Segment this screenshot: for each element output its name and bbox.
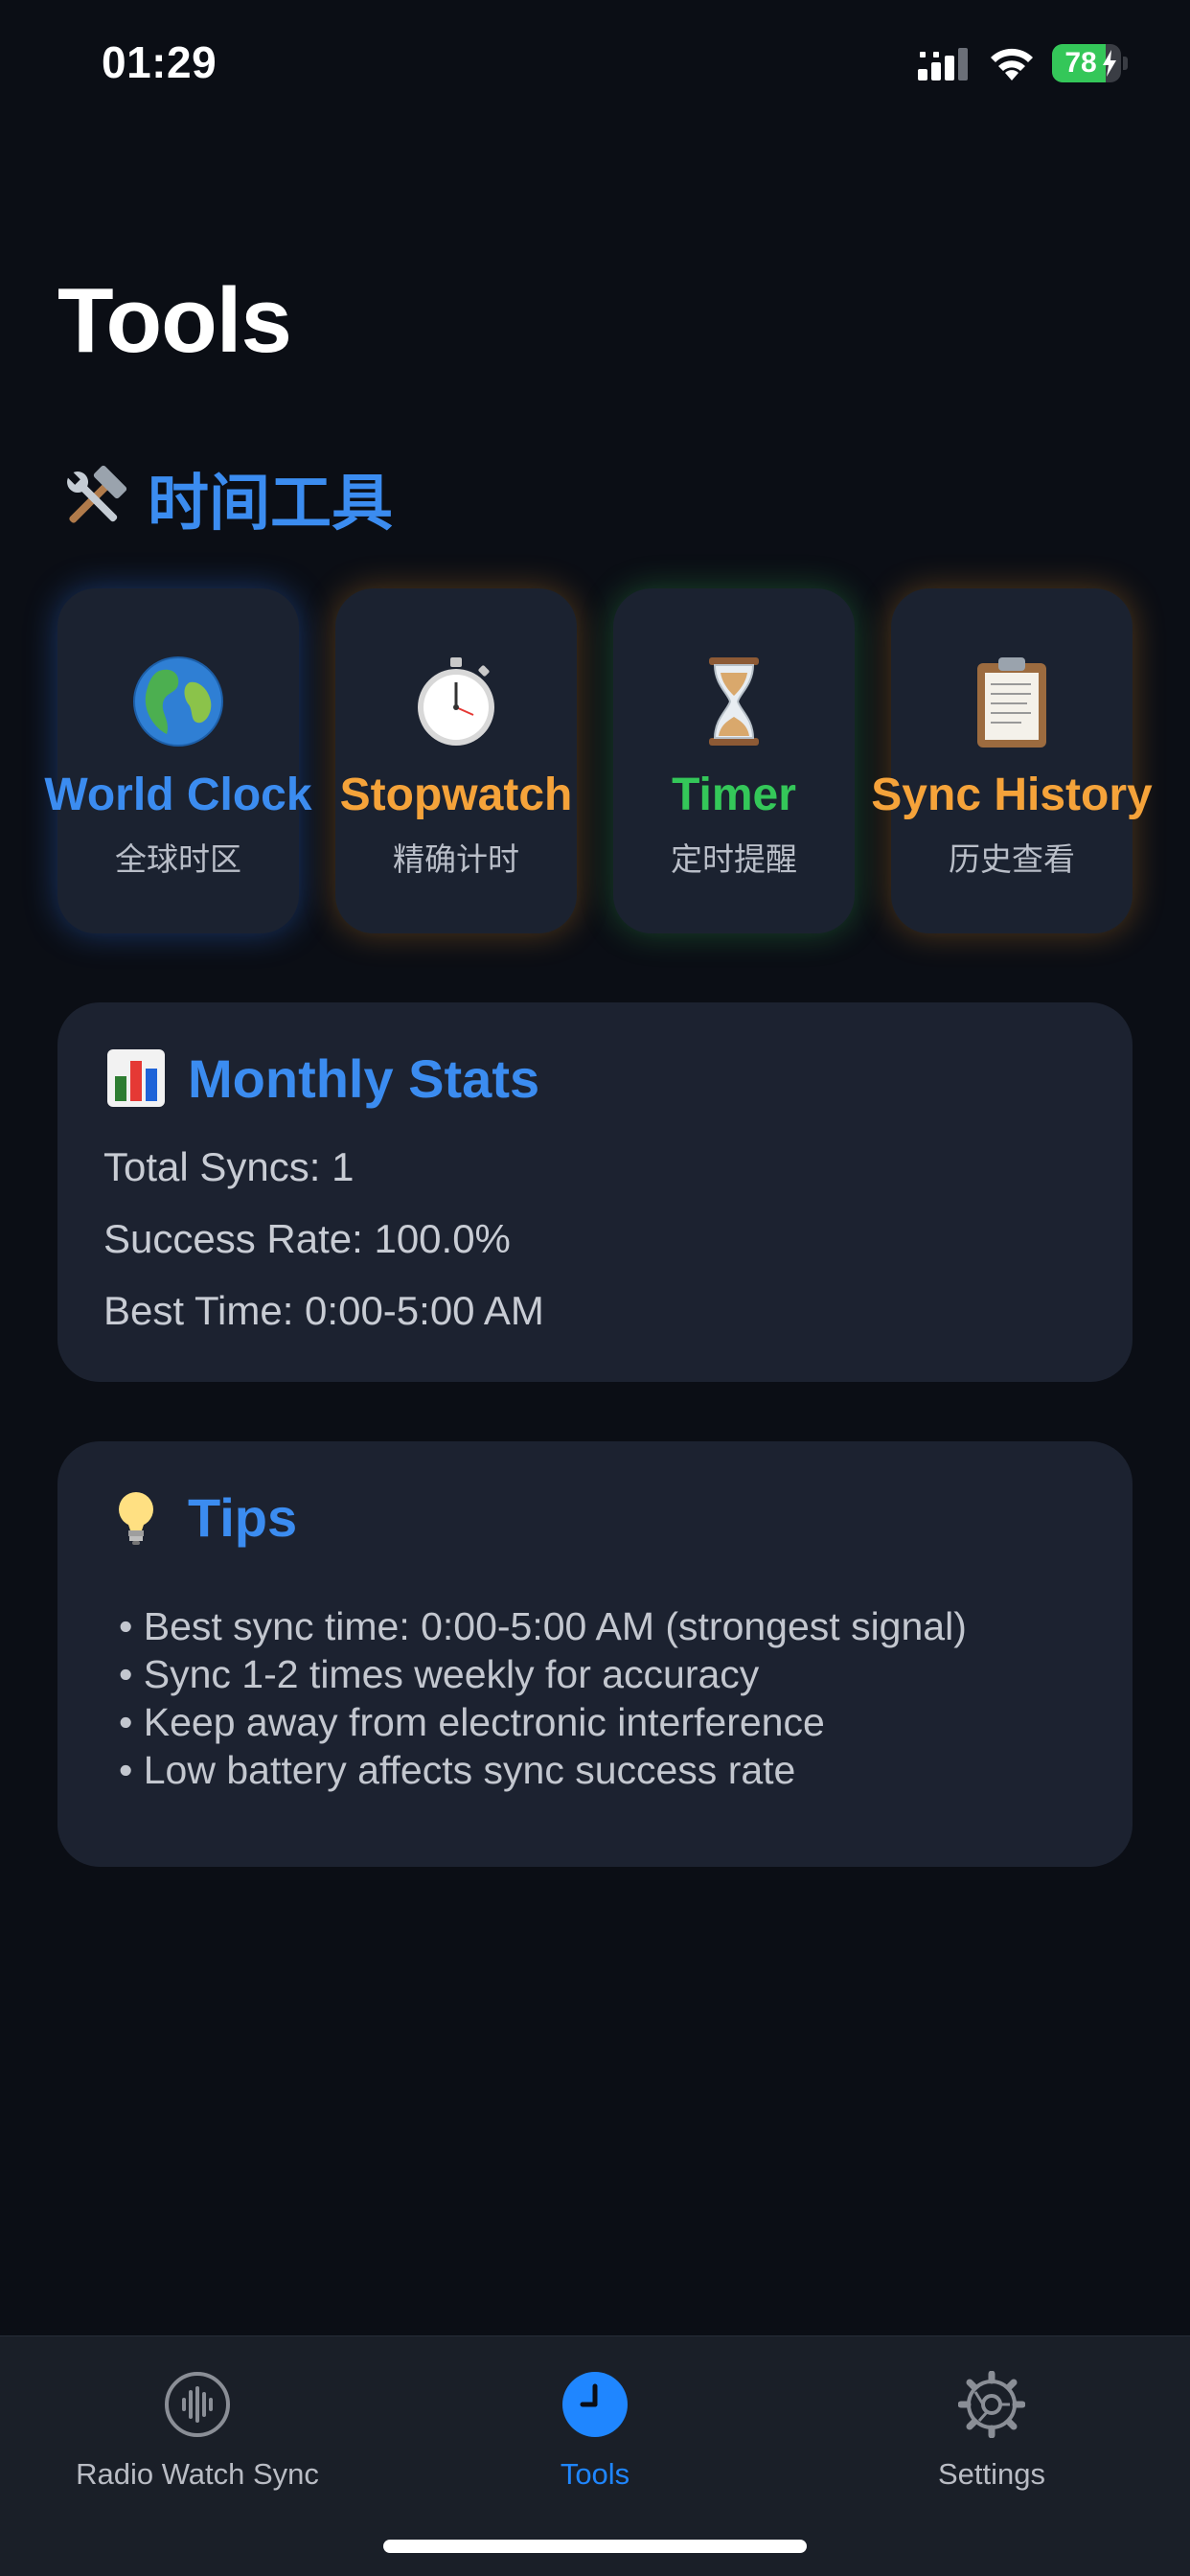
tool-card-stopwatch[interactable]: Stopwatch 精确计时 bbox=[335, 588, 577, 933]
tab-label: Settings bbox=[937, 2457, 1045, 2491]
tools-screen: 01:29 78 Tools 时间工具 World Clock 全球时区 Sto… bbox=[0, 0, 1190, 2576]
tab-label: Tools bbox=[560, 2457, 630, 2491]
tab-tools[interactable]: Tools bbox=[413, 2354, 777, 2507]
stat-total-syncs: Total Syncs: 1 bbox=[103, 1144, 355, 1189]
stat-success-rate: Success Rate: 100.0% bbox=[103, 1216, 511, 1261]
tool-card-world-clock[interactable]: World Clock 全球时区 bbox=[44, 588, 312, 933]
hourglass-icon bbox=[709, 657, 759, 746]
wifi-icon bbox=[991, 48, 1033, 80]
tips-heading: Tips bbox=[105, 1484, 297, 1551]
tool-subtitle: 历史查看 bbox=[949, 840, 1075, 878]
home-indicator bbox=[383, 2540, 807, 2553]
tip-line: • Low battery affects sync success rate bbox=[119, 1748, 796, 1792]
battery-charging-icon: 78 bbox=[1052, 44, 1128, 82]
cellular-signal-icon bbox=[918, 48, 968, 80]
tool-subtitle: 全球时区 bbox=[115, 840, 241, 878]
status-time: 01:29 bbox=[102, 37, 217, 87]
globe-icon bbox=[133, 656, 223, 747]
tab-radio-watch-sync[interactable]: Radio Watch Sync bbox=[15, 2354, 379, 2507]
stat-best-time: Best Time: 0:00-5:00 AM bbox=[103, 1288, 544, 1333]
tips-card: Tips • Best sync time: 0:00-5:00 AM (str… bbox=[57, 1441, 1133, 1867]
tool-card-sync-history[interactable]: Sync History 历史查看 bbox=[871, 588, 1153, 933]
monthly-stats-heading: Monthly Stats bbox=[105, 1045, 539, 1112]
monthly-stats-title: Monthly Stats bbox=[188, 1047, 540, 1109]
tool-label: Sync History bbox=[871, 770, 1153, 820]
tool-subtitle: 精确计时 bbox=[393, 840, 519, 878]
tab-settings[interactable]: Settings bbox=[810, 2354, 1174, 2507]
bar-chart-icon bbox=[107, 1049, 165, 1107]
clock-icon bbox=[562, 2372, 628, 2437]
hammer-and-wrench-icon bbox=[66, 465, 127, 523]
status-bar: 01:29 78 bbox=[0, 0, 1190, 134]
tool-card-timer[interactable]: Timer 定时提醒 bbox=[613, 588, 855, 933]
tips-title: Tips bbox=[188, 1486, 298, 1548]
tip-line: • Best sync time: 0:00-5:00 AM (stronges… bbox=[119, 1604, 967, 1648]
section-heading: 时间工具 bbox=[57, 460, 393, 540]
monthly-stats-card: Monthly Stats Total Syncs: 1 Success Rat… bbox=[57, 1002, 1133, 1382]
tool-subtitle: 定时提醒 bbox=[671, 840, 797, 878]
tip-line: • Keep away from electronic interference bbox=[119, 1700, 825, 1744]
tab-label: Radio Watch Sync bbox=[76, 2457, 319, 2491]
lightbulb-icon bbox=[119, 1492, 153, 1545]
battery-percent: 78 bbox=[1064, 47, 1097, 79]
gear-icon bbox=[958, 2371, 1025, 2438]
waveform-icon bbox=[165, 2372, 230, 2437]
page-title: Tools bbox=[57, 269, 292, 372]
stopwatch-icon bbox=[418, 657, 494, 746]
section-title: 时间工具 bbox=[148, 469, 393, 540]
clipboard-icon bbox=[977, 657, 1046, 748]
tip-line: • Sync 1-2 times weekly for accuracy bbox=[119, 1652, 760, 1696]
